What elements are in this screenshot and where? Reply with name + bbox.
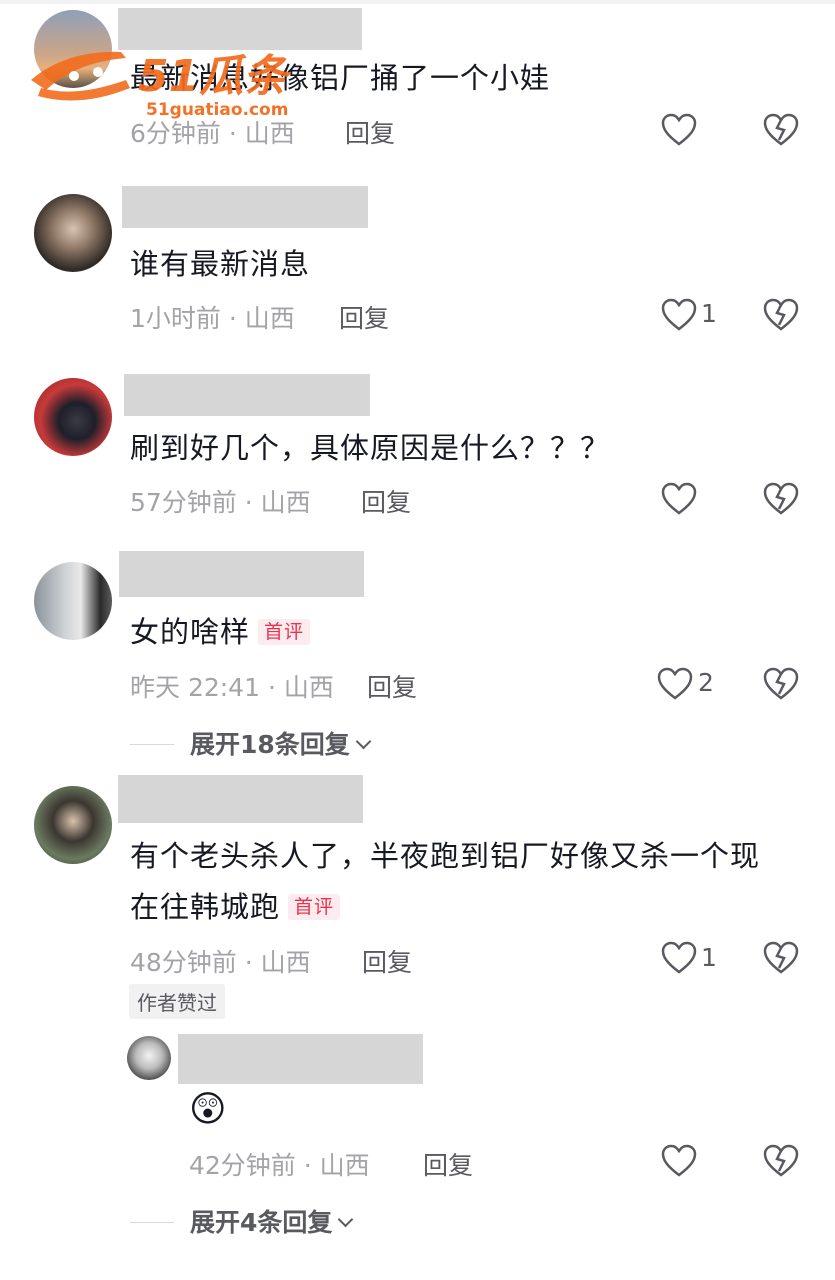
comment-meta: 57分钟前 · 山西 bbox=[130, 488, 311, 517]
dislike-broken-heart-icon[interactable] bbox=[763, 1144, 799, 1178]
comment-text-line1: 有个老头杀人了，半夜跑到铝厂好像又杀一个现 bbox=[130, 839, 761, 873]
top-divider bbox=[0, 0, 835, 4]
redacted-username bbox=[118, 775, 363, 823]
reply-button[interactable]: 回复 bbox=[423, 1146, 473, 1182]
avatar[interactable] bbox=[34, 194, 112, 272]
comment-meta: 1小时前 · 山西 bbox=[130, 304, 295, 333]
like-heart-icon[interactable] bbox=[661, 941, 697, 975]
watermark-url: 51guatiao.com bbox=[146, 100, 289, 120]
comment-text: 刷到好几个，具体原因是什么？？？ bbox=[130, 431, 611, 465]
chevron-down-icon bbox=[338, 1211, 354, 1228]
expand-divider bbox=[130, 1222, 174, 1223]
dislike-broken-heart-icon[interactable] bbox=[763, 667, 799, 701]
first-comment-badge: 首评 bbox=[288, 894, 341, 920]
reply-meta: 42分钟前 · 山西 bbox=[189, 1151, 370, 1180]
comment-text-content: 在往韩城跑 bbox=[130, 890, 281, 924]
reply-button[interactable]: 回复 bbox=[345, 114, 395, 150]
dislike-broken-heart-icon[interactable] bbox=[763, 482, 799, 516]
like-count: 2 bbox=[698, 668, 714, 697]
like-heart-icon[interactable] bbox=[661, 482, 697, 516]
dislike-broken-heart-icon[interactable] bbox=[763, 113, 799, 147]
watermark-logo-icon bbox=[31, 51, 130, 101]
avatar[interactable] bbox=[34, 562, 112, 640]
redacted-username bbox=[122, 186, 368, 228]
like-count: 1 bbox=[701, 943, 717, 972]
expand-label: 展开18条回复 bbox=[190, 730, 350, 759]
comment-text-line2: 在往韩城跑 首评 bbox=[130, 886, 341, 928]
comment-meta: 昨天 22:41 · 山西 bbox=[130, 673, 334, 702]
expand-replies-button[interactable]: 展开4条回复 bbox=[130, 1203, 354, 1239]
reply-button[interactable]: 回复 bbox=[367, 668, 417, 704]
comment-meta: 48分钟前 · 山西 bbox=[130, 948, 311, 977]
like-heart-icon[interactable] bbox=[661, 1144, 697, 1178]
like-count: 1 bbox=[701, 299, 717, 328]
redacted-username bbox=[178, 1034, 423, 1084]
dislike-broken-heart-icon[interactable] bbox=[763, 941, 799, 975]
chevron-down-icon bbox=[355, 733, 372, 750]
watermark: 51瓜条 51guatiao.com bbox=[26, 40, 326, 130]
redacted-username bbox=[119, 551, 364, 597]
avatar[interactable] bbox=[34, 378, 112, 456]
expand-divider bbox=[130, 744, 174, 745]
comment-text: 谁有最新消息 bbox=[130, 247, 311, 281]
reply-emoji: 😲 bbox=[189, 1089, 227, 1130]
reply-button[interactable]: 回复 bbox=[362, 943, 412, 979]
watermark-brand: 51瓜条 bbox=[138, 51, 288, 102]
author-liked-badge: 作者赞过 bbox=[129, 984, 225, 1019]
comment-text-content: 女的啥样 bbox=[130, 615, 251, 649]
like-heart-icon[interactable] bbox=[661, 113, 697, 147]
reply-button[interactable]: 回复 bbox=[361, 483, 411, 519]
reply-button[interactable]: 回复 bbox=[339, 299, 389, 335]
like-heart-icon[interactable] bbox=[657, 667, 693, 701]
expand-label: 展开4条回复 bbox=[190, 1208, 333, 1237]
avatar[interactable] bbox=[127, 1036, 171, 1080]
dislike-broken-heart-icon[interactable] bbox=[763, 298, 799, 332]
redacted-username bbox=[124, 374, 370, 416]
comment-text: 女的啥样 首评 bbox=[130, 611, 311, 653]
like-heart-icon[interactable] bbox=[661, 298, 697, 332]
avatar[interactable] bbox=[34, 786, 112, 864]
expand-replies-button[interactable]: 展开18条回复 bbox=[130, 725, 372, 761]
first-comment-badge: 首评 bbox=[258, 619, 311, 645]
